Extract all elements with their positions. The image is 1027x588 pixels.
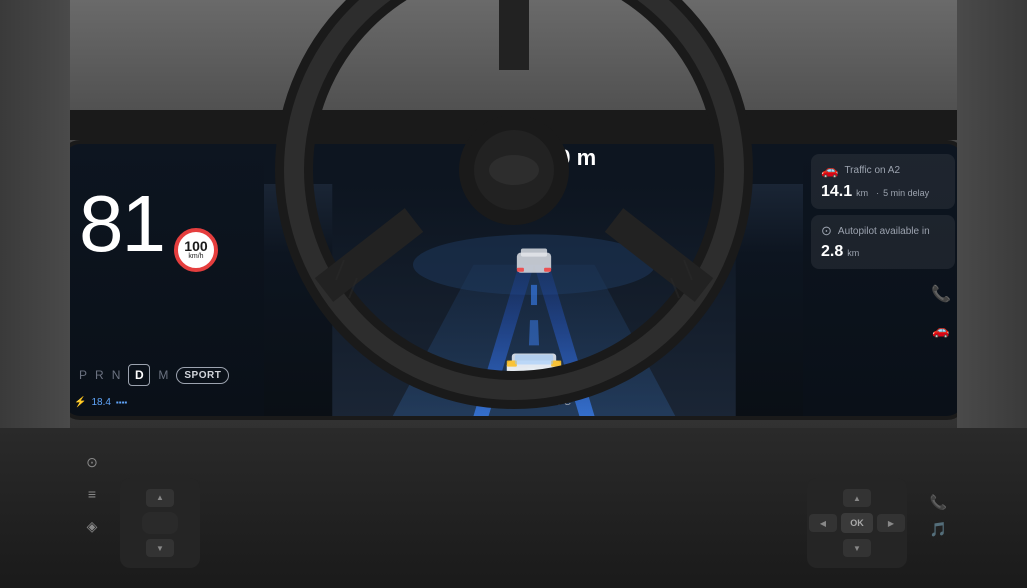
gear-m[interactable]: M [158,368,168,382]
battery-icon: ⚡ [74,397,86,408]
speed-limit-badge: 100 km/h [174,228,218,272]
left-panel: 81 100 km/h P R N D M SPORT ⚡ 18.4 ▪▪▪▪ [64,144,264,416]
traffic-unit: km [856,188,868,198]
gear-selector: P R N D M SPORT [79,364,249,396]
wheel-icon-3[interactable]: ◈ [80,514,104,538]
ok-button[interactable]: OK [841,513,873,533]
autopilot-info-card: ⊙ Autopilot available in 2.8 km [811,215,955,269]
wheel-icon-1[interactable]: ⊙ [80,450,104,474]
traffic-value-row: 14.1 km · 5 min delay [821,183,945,201]
phone-icon[interactable]: 📞 [927,280,955,308]
traffic-delay-text: 5 min delay [883,188,929,198]
temp-icon: ❄ [530,397,538,408]
nav-up-arrow-icon: ↑ [516,147,526,170]
autopilot-icon: ⊙ [821,223,832,239]
speed-display: 81 100 km/h [79,184,249,277]
gear-n[interactable]: N [112,368,121,382]
right-wheel-icons: 📞 🎵 [930,494,947,538]
right-icon-2[interactable]: 🎵 [930,521,947,538]
instrument-cluster: 81 100 km/h P R N D M SPORT ⚡ 18.4 ▪▪▪▪ [64,144,963,416]
sport-mode-badge[interactable]: SPORT [176,367,229,384]
center-panel: ↩ ↑ 400 m A2 [264,144,803,416]
gear-p[interactable]: P [79,368,87,382]
right-btn-right[interactable]: ▶ [877,514,905,532]
wheel-icon-2[interactable]: ≡ [80,482,104,506]
traffic-card-title: Traffic on A2 [844,165,900,176]
speed-limit-unit: km/h [188,253,203,260]
down-btn-right[interactable]: ▼ [843,539,871,557]
ok-row: ◀ OK ▶ [809,513,905,533]
autopilot-distance-value: 2.8 [821,243,843,261]
autopilot-value-row: 2.8 km [821,243,945,261]
nav-direction: ↑ 400 m A2 [516,145,596,183]
battery-bar: ▪▪▪▪ [116,398,127,407]
traffic-card-header: 🚗 Traffic on A2 [821,162,945,179]
nav-header: ↩ ↑ 400 m A2 [264,144,803,184]
traffic-distance-value: 14.1 [821,183,852,201]
road-scene [264,184,803,416]
traffic-delay: · [876,188,879,198]
gear-d-active[interactable]: D [128,364,150,386]
speed-limit-value: 100 [184,239,207,253]
autopilot-card-title: Autopilot available in [838,226,930,237]
left-btn-right[interactable]: ◀ [809,514,837,532]
autopilot-card-header: ⊙ Autopilot available in [821,223,945,239]
battery-value: 18.4 [91,397,110,408]
dashboard-top-bar [0,110,1027,140]
nav-distance-display: ↑ 400 m [516,145,596,171]
road-svg [264,184,803,416]
center-btn-left[interactable] [142,512,178,534]
right-control-cluster: ▲ ◀ OK ▶ ▼ [807,478,907,568]
bottom-bezel: ▲ ▼ ⊙ ≡ ◈ ▲ ◀ OK ▶ ▼ 📞 🎵 [0,428,1027,588]
right-panel: 🚗 Traffic on A2 14.1 km · 5 min delay ⊙ … [803,144,963,416]
time-display: 11:08 [496,397,520,408]
left-control-cluster: ▲ ▼ [120,478,200,568]
autopilot-unit: km [847,248,859,258]
side-icon-group: 📞 🚗 [811,275,955,344]
dashboard-bezel: 81 100 km/h P R N D M SPORT ⚡ 18.4 ▪▪▪▪ [60,140,967,420]
traffic-icon: 🚗 [821,162,838,179]
left-wheel-icons: ⊙ ≡ ◈ [80,450,104,538]
top-dashboard-area [0,0,1027,140]
right-icon-1[interactable]: 📞 [930,494,947,511]
up-btn-right[interactable]: ▲ [843,489,871,507]
car-connect-icon[interactable]: 🚗 [927,316,955,344]
traffic-info-card: 🚗 Traffic on A2 14.1 km · 5 min delay [811,154,955,209]
gear-r[interactable]: R [95,368,104,382]
nav-road-label: A2 [549,171,562,183]
up-btn-left[interactable]: ▲ [146,489,174,507]
status-left: ⚡ 18.4 ▪▪▪▪ [74,397,127,408]
turn-indicator: ↩ [471,149,501,179]
temp-value: 21°C [549,397,571,408]
turn-arrow-icon: ↩ [479,154,492,174]
speed-value: 81 [79,184,164,264]
status-center: 11:08 ❄ 21°C [496,397,571,408]
nav-distance-value: 400 m [534,145,596,171]
down-btn-left[interactable]: ▼ [146,539,174,557]
